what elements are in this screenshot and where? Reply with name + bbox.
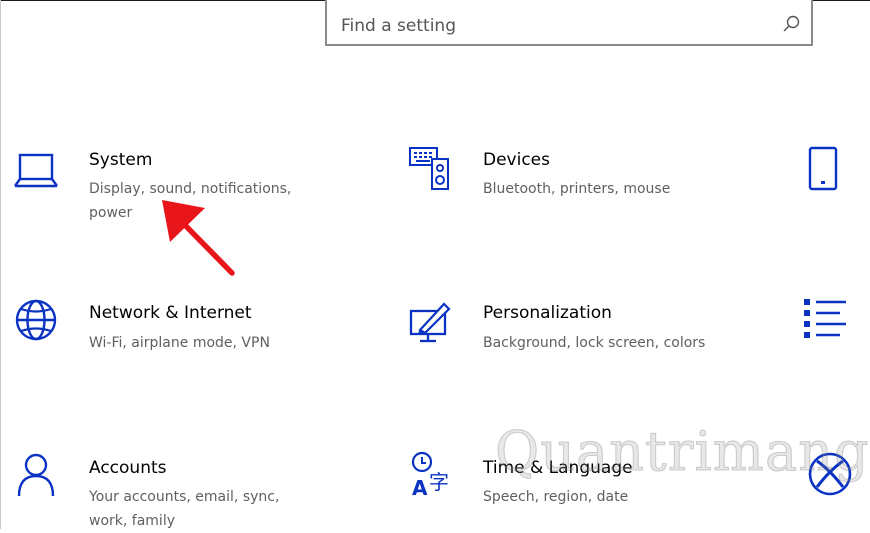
tile-description-line: Your accounts, email, sync, <box>89 489 280 505</box>
tile-title: System <box>89 150 153 170</box>
globe-icon <box>15 299 57 341</box>
tile-title: Devices <box>483 150 550 170</box>
tile-description: Speech, region, date <box>483 485 743 509</box>
search-input[interactable] <box>341 12 761 40</box>
tile-description: Bluetooth, printers, mouse <box>483 177 743 201</box>
personalization-icon <box>409 302 451 343</box>
tile-network-internet[interactable]: Network & Internet Wi-Fi, airplane mode,… <box>14 298 354 378</box>
tile-description: Wi-Fi, airplane mode, VPN <box>89 331 349 355</box>
tile-description: Display, sound, notifications, power <box>89 177 349 225</box>
devices-icon <box>409 147 449 190</box>
window-left-border <box>0 0 1 529</box>
tile-personalization[interactable]: Personalization Background, lock screen,… <box>408 298 748 378</box>
tile-title: Accounts <box>89 458 167 478</box>
tile-title: Personalization <box>483 303 612 323</box>
laptop-icon <box>14 153 58 188</box>
tile-description-line: Background, lock screen, colors <box>483 335 706 351</box>
tile-devices[interactable]: Devices Bluetooth, printers, mouse <box>408 145 748 235</box>
phone-icon[interactable] <box>806 144 840 194</box>
tile-title: Time & Language <box>483 458 633 478</box>
time-language-icon: A 字 <box>411 451 449 500</box>
search-icon[interactable] <box>781 14 801 34</box>
tile-description: Your accounts, email, sync, work, family <box>89 485 349 533</box>
tile-description-line: Bluetooth, printers, mouse <box>483 181 671 197</box>
svg-text:字: 字 <box>429 470 449 494</box>
tile-system[interactable]: System Display, sound, notifications, po… <box>14 145 354 235</box>
tile-description-line: Wi-Fi, airplane mode, VPN <box>89 335 270 351</box>
tile-description-line: Display, sound, notifications, <box>89 181 292 197</box>
tile-time-language[interactable]: A 字 Time & Language Speech, region, date <box>408 450 748 529</box>
search-box[interactable] <box>325 0 813 46</box>
svg-text:A: A <box>412 476 428 500</box>
person-icon <box>17 453 55 497</box>
tile-description-line: Speech, region, date <box>483 489 629 505</box>
tile-description: Background, lock screen, colors <box>483 331 743 355</box>
apps-list-icon[interactable] <box>802 296 852 342</box>
tile-accounts[interactable]: Accounts Your accounts, email, sync, wor… <box>14 450 354 529</box>
xbox-icon[interactable] <box>806 450 856 500</box>
tile-description-line: power <box>89 205 133 221</box>
tile-description-line: work, family <box>89 513 175 529</box>
tile-title: Network & Internet <box>89 303 252 323</box>
